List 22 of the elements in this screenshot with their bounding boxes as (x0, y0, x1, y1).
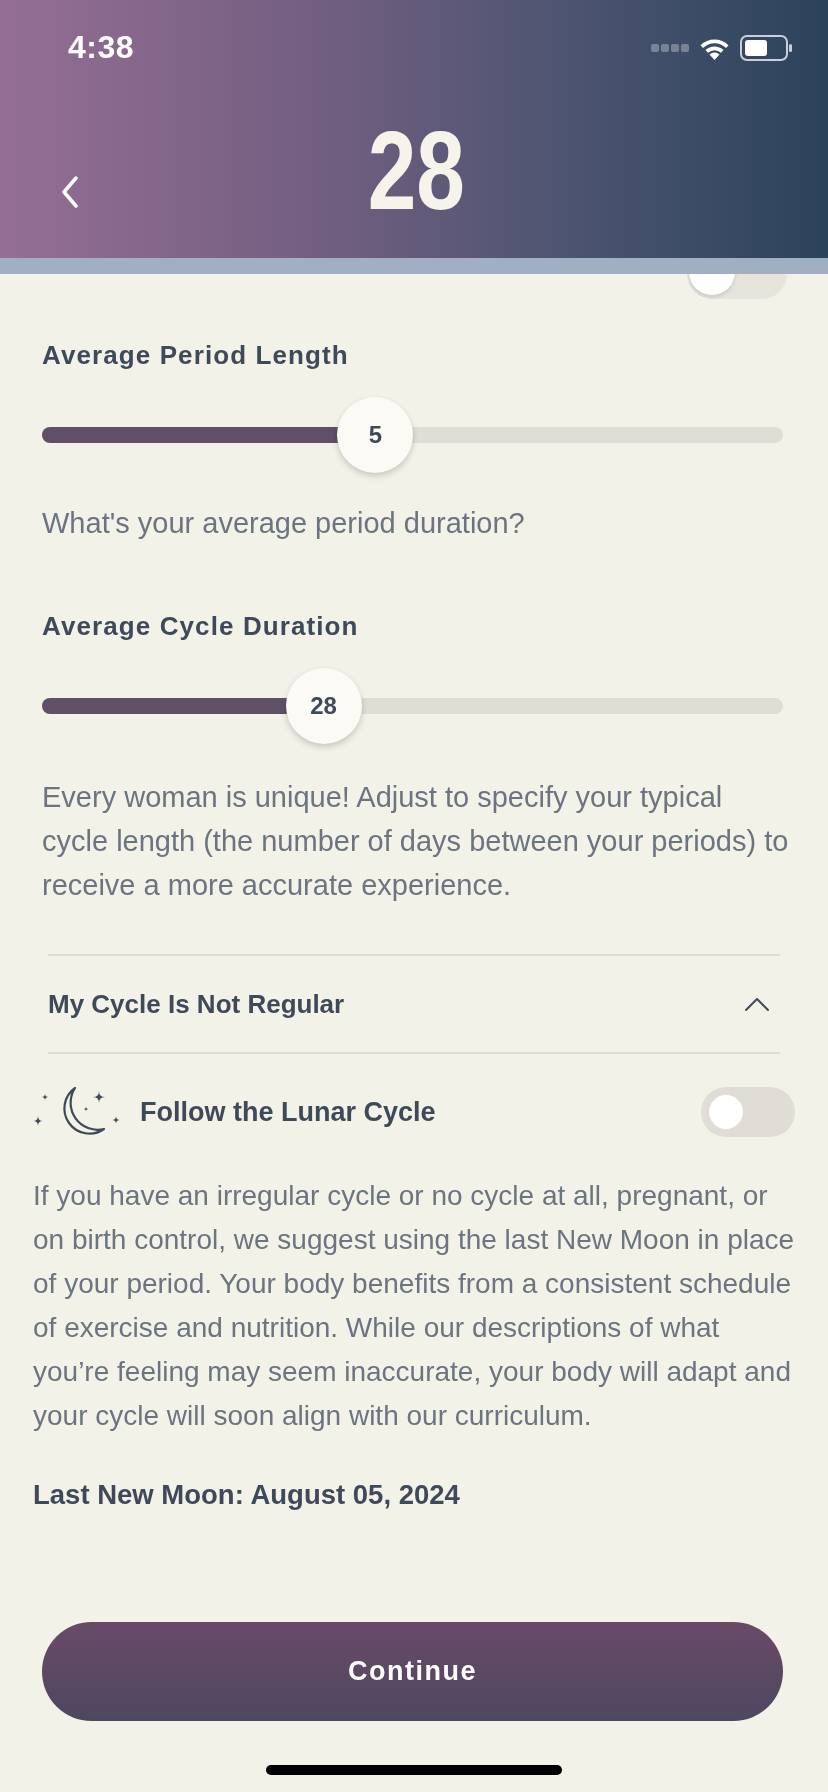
accordion-header[interactable]: My Cycle Is Not Regular (48, 954, 780, 1054)
battery-icon (740, 35, 792, 61)
slider-title: Average Period Length (42, 340, 350, 370)
signal-icon (651, 44, 689, 52)
toggle-switch[interactable] (701, 1087, 795, 1137)
slider-title: Average Cycle Duration (42, 611, 360, 641)
last-new-moon-date: Last New Moon: August 05, 2024 (33, 1480, 461, 1510)
moon-stars-icon (33, 1086, 121, 1138)
continue-button[interactable]: Continue (42, 1622, 783, 1721)
slider-hint: What's your average period duration? (42, 508, 526, 538)
slider-track[interactable]: 5 (42, 397, 783, 473)
slider-hint: Every woman is unique! Adjust to specify your typical cycle length (the number of days between your periods) to receive a more accurate experience. (42, 780, 790, 903)
lunar-description: If you have an irregular cycle or no cycle at all, pregnant, or on birth control, we suggest using the last New Moon in place of your period. Your body benefits from a consistent schedule of exercise and nutrition. While our descriptions of what you’re feeling may seem inaccurate, your body will adapt and your cycle will soon align with our curriculum. (33, 1179, 795, 1433)
toggle-switch[interactable] (687, 274, 787, 299)
slider-thumb[interactable]: 5 (337, 397, 414, 473)
chevron-up-icon (744, 996, 770, 1012)
slider-track[interactable]: 28 (42, 668, 783, 744)
status-time: 4:38 (68, 28, 135, 66)
chevron-left-icon (61, 176, 79, 208)
slider-thumb[interactable]: 28 (285, 668, 362, 744)
lunar-cycle-label: Follow the Lunar Cycle (140, 1096, 437, 1128)
logo: 28 (367, 121, 465, 221)
